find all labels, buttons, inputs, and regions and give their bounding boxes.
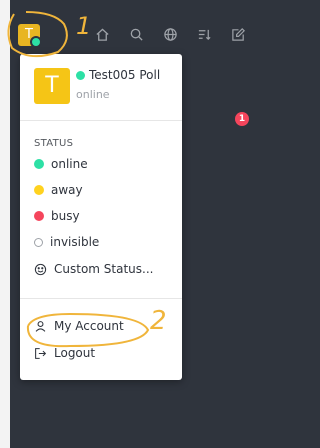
- left-edge-pane: [0, 0, 10, 448]
- status-online-item[interactable]: online: [34, 154, 88, 174]
- create-new-icon[interactable]: [226, 22, 250, 46]
- away-status-icon: [34, 185, 44, 195]
- sidebar-footer: [10, 390, 258, 448]
- status-away-item[interactable]: away: [34, 180, 83, 200]
- emoji-icon: [34, 263, 47, 275]
- menu-user-status: online: [76, 88, 110, 101]
- invisible-status-icon: [34, 237, 43, 247]
- user-menu-dropdown: T Test005 Poll online STATUS online away…: [20, 54, 182, 380]
- busy-status-icon: [34, 211, 44, 221]
- status-section-title: STATUS: [34, 138, 74, 149]
- search-icon[interactable]: [124, 22, 148, 46]
- user-icon: [35, 320, 46, 332]
- home-icon[interactable]: [90, 22, 114, 46]
- my-account-item[interactable]: My Account: [34, 316, 124, 336]
- status-busy-item[interactable]: busy: [34, 206, 80, 226]
- sort-icon[interactable]: [192, 22, 216, 46]
- user-avatar-button[interactable]: T: [18, 24, 42, 48]
- logout-icon: [35, 347, 47, 359]
- menu-user-avatar: T: [34, 68, 70, 104]
- menu-user-name: Test005 Poll: [76, 68, 160, 82]
- logout-item[interactable]: Logout: [34, 343, 95, 363]
- status-invisible-item[interactable]: invisible: [34, 232, 99, 252]
- online-status-dot: [30, 36, 42, 48]
- online-status-icon: [34, 159, 44, 169]
- directory-icon[interactable]: [158, 22, 182, 46]
- custom-status-item[interactable]: Custom Status...: [34, 259, 153, 279]
- divider: [20, 298, 182, 299]
- divider: [20, 120, 182, 121]
- online-status-dot: [76, 70, 85, 80]
- notification-badge[interactable]: 1: [235, 112, 249, 126]
